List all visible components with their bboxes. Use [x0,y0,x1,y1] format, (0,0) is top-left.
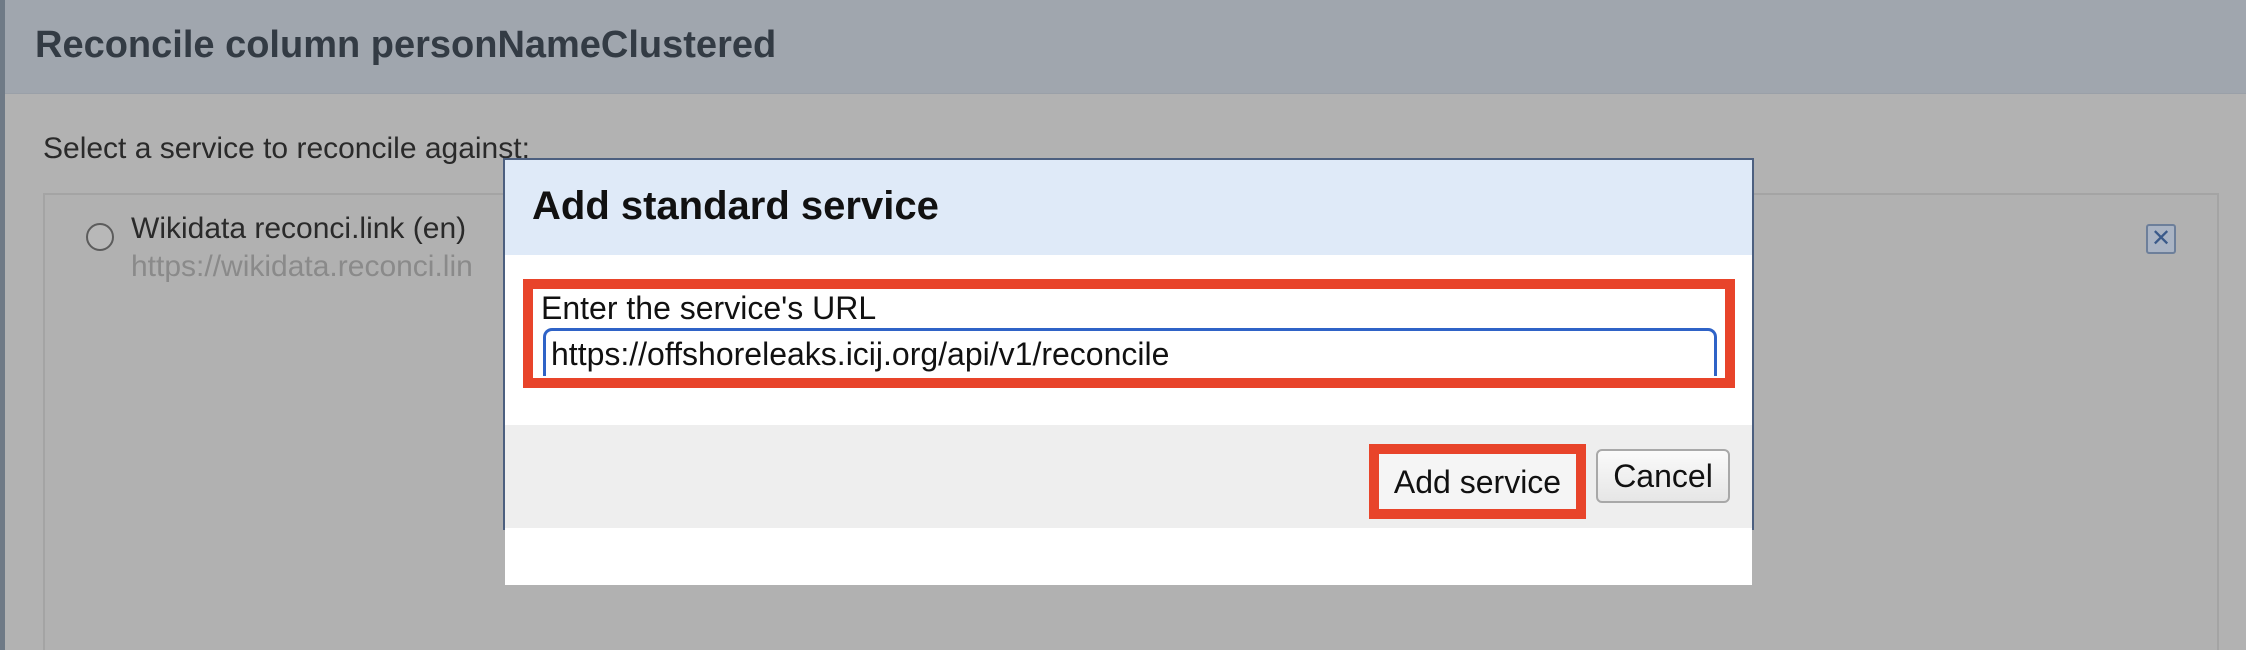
reconcile-dialog-header: Reconcile column personNameClustered [5,0,2246,94]
service-url: https://wikidata.reconci.lin [131,250,473,283]
service-name[interactable]: Wikidata reconci.link (en) [131,212,466,246]
reconcile-dialog-title: Reconcile column personNameClustered [35,24,777,66]
add-service-button[interactable]: Add service [1379,454,1576,509]
service-radio-wikidata[interactable] [86,223,114,251]
url-field-label: Enter the service's URL [541,290,877,326]
modal-title: Add standard service [532,184,939,228]
service-select-prompt: Select a service to reconcile against: [43,132,530,165]
screen: Reconcile column personNameClustered Sel… [0,0,2246,650]
modal-header: Add standard service [505,160,1752,255]
service-url-input[interactable] [543,328,1717,376]
cancel-button[interactable]: Cancel [1596,449,1730,503]
close-x-icon[interactable]: ✕ [2146,224,2176,254]
